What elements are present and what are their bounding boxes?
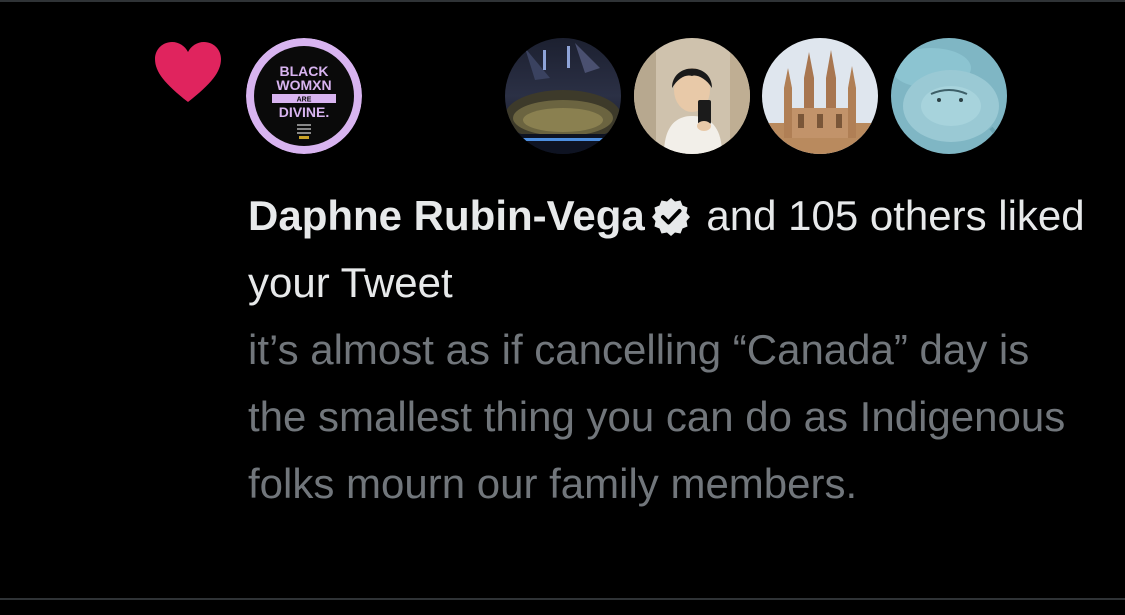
divider <box>0 0 1125 2</box>
tweet-text[interactable]: it’s almost as if cancelling “Canada” da… <box>248 316 1088 517</box>
notification-headline: Daphne Rubin-Vega and 105 others liked y… <box>248 182 1088 316</box>
avatar-text-line: DIVINE. <box>279 104 330 120</box>
like-notification[interactable]: BLACK WOMXN ARE DIVINE. Daphne Rubin-Veg… <box>0 0 1125 615</box>
heart-icon <box>155 42 221 104</box>
avatar-concert-stadium[interactable] <box>505 38 621 154</box>
avatar-text-line: ARE <box>297 97 312 104</box>
divider <box>0 598 1125 600</box>
verified-badge-icon <box>651 188 691 236</box>
liker-name[interactable]: Daphne Rubin-Vega <box>248 192 645 239</box>
avatar-black-womxn-are-divine[interactable]: BLACK WOMXN ARE DIVINE. <box>246 38 362 154</box>
avatar-text-line: WOMXN <box>276 77 331 93</box>
avatar-gothic-towers[interactable] <box>762 38 878 154</box>
avatar-stingray[interactable] <box>891 38 1007 154</box>
avatar-mirror-selfie[interactable] <box>634 38 750 154</box>
notification-content: Daphne Rubin-Vega and 105 others liked y… <box>248 182 1088 517</box>
